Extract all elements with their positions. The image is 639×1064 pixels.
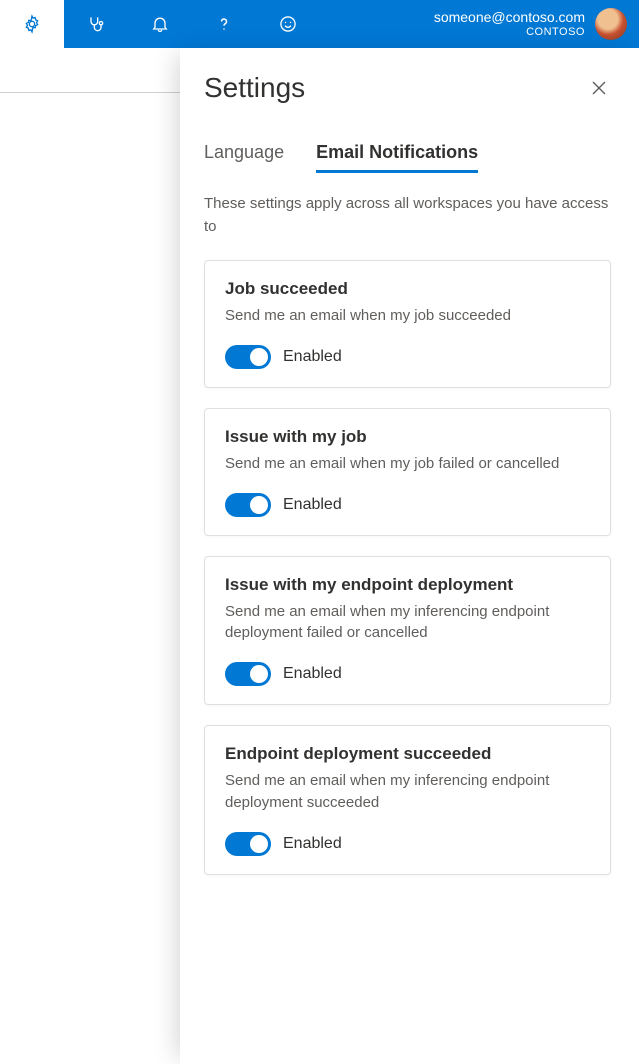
tab-description: These settings apply across all workspac… (204, 193, 611, 238)
topbar-icon-group (0, 0, 320, 48)
toggle-endpoint-succeeded[interactable] (225, 832, 271, 856)
notifications-button[interactable] (128, 0, 192, 48)
card-description: Send me an email when my job failed or c… (225, 453, 590, 475)
toggle-row: Enabled (225, 493, 590, 517)
stethoscope-icon (86, 14, 106, 34)
toggle-knob (250, 496, 268, 514)
tab-email-notifications[interactable]: Email Notifications (316, 142, 478, 171)
toggle-label: Enabled (283, 348, 342, 366)
toggle-row: Enabled (225, 345, 590, 369)
account-text: someone@contoso.com CONTOSO (434, 10, 585, 37)
card-description: Send me an email when my inferencing end… (225, 601, 590, 645)
notification-cards: Job succeeded Send me an email when my j… (204, 260, 611, 875)
toggle-job-succeeded[interactable] (225, 345, 271, 369)
card-description: Send me an email when my inferencing end… (225, 770, 590, 814)
card-job-issue: Issue with my job Send me an email when … (204, 408, 611, 536)
tabs: Language Email Notifications (204, 142, 611, 171)
panel-title: Settings (204, 72, 305, 104)
top-bar: someone@contoso.com CONTOSO (0, 0, 639, 48)
card-title: Job succeeded (225, 279, 590, 299)
toggle-endpoint-issue[interactable] (225, 662, 271, 686)
card-endpoint-issue: Issue with my endpoint deployment Send m… (204, 556, 611, 706)
toggle-knob (250, 348, 268, 366)
diagnostics-button[interactable] (64, 0, 128, 48)
account-org: CONTOSO (434, 26, 585, 38)
gear-icon (22, 14, 42, 34)
settings-panel: Settings Language Email Notifications Th… (180, 48, 639, 1064)
card-description: Send me an email when my job succeeded (225, 305, 590, 327)
card-title: Issue with my job (225, 427, 590, 447)
card-title: Issue with my endpoint deployment (225, 575, 590, 595)
close-icon (591, 80, 607, 96)
close-button[interactable] (587, 76, 611, 100)
smiley-icon (278, 14, 298, 34)
question-icon (214, 14, 234, 34)
tab-language[interactable]: Language (204, 142, 284, 171)
feedback-button[interactable] (256, 0, 320, 48)
toggle-knob (250, 835, 268, 853)
settings-gear-button[interactable] (0, 0, 64, 48)
help-button[interactable] (192, 0, 256, 48)
toggle-row: Enabled (225, 832, 590, 856)
toggle-label: Enabled (283, 496, 342, 514)
divider (0, 92, 180, 93)
toggle-job-issue[interactable] (225, 493, 271, 517)
card-job-succeeded: Job succeeded Send me an email when my j… (204, 260, 611, 388)
panel-header: Settings (204, 72, 611, 104)
avatar[interactable] (595, 8, 627, 40)
card-endpoint-succeeded: Endpoint deployment succeeded Send me an… (204, 725, 611, 875)
account-area[interactable]: someone@contoso.com CONTOSO (434, 0, 627, 48)
card-title: Endpoint deployment succeeded (225, 744, 590, 764)
account-email: someone@contoso.com (434, 10, 585, 25)
toggle-knob (250, 665, 268, 683)
toggle-label: Enabled (283, 835, 342, 853)
toggle-label: Enabled (283, 665, 342, 683)
toggle-row: Enabled (225, 662, 590, 686)
bell-icon (150, 14, 170, 34)
